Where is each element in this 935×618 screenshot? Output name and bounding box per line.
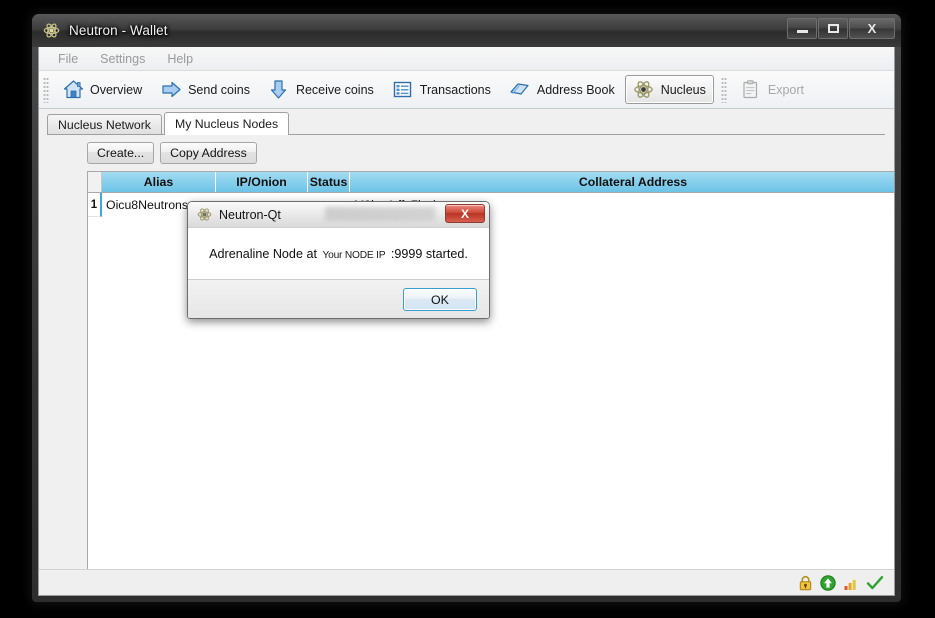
arrow-down-icon xyxy=(268,79,290,101)
dialog-title-bar: Neutron-Qt X xyxy=(188,202,489,228)
toolbar-button-transactions[interactable]: Transactions xyxy=(384,75,499,104)
tab-my-nucleus-nodes[interactable]: My Nucleus Nodes xyxy=(163,112,290,135)
checkmark-icon[interactable] xyxy=(866,575,884,591)
arrow-right-icon xyxy=(160,79,182,101)
dialog-message-prefix: Adrenaline Node at xyxy=(209,246,317,261)
page-body: Nucleus Network My Nucleus Nodes Create.… xyxy=(39,109,894,595)
maximize-button[interactable] xyxy=(818,18,848,39)
list-icon xyxy=(392,79,414,101)
copy-address-button[interactable]: Copy Address xyxy=(160,142,257,164)
dialog-message: Adrenaline Node at Your NODE IP :9999 st… xyxy=(209,247,468,261)
atom-icon xyxy=(633,79,655,101)
dialog-content: Adrenaline Node at Your NODE IP :9999 st… xyxy=(188,228,489,280)
minimize-icon xyxy=(796,30,808,33)
window-controls: X xyxy=(786,18,895,40)
tab-strip: Nucleus Network My Nucleus Nodes xyxy=(47,112,885,135)
table-header-ip-onion[interactable]: IP/Onion xyxy=(216,172,308,192)
toolbar-label-receive-coins: Receive coins xyxy=(295,82,374,97)
lock-icon[interactable] xyxy=(798,575,813,591)
dialog-footer: OK xyxy=(188,280,489,318)
book-icon xyxy=(509,79,531,101)
sync-up-icon[interactable] xyxy=(820,574,836,591)
toolbar-grip[interactable] xyxy=(43,76,49,103)
table-header-row: Alias IP/Onion Status Collateral Address xyxy=(88,172,894,193)
toolbar-grip-2[interactable] xyxy=(720,76,727,103)
menu-item-file[interactable]: File xyxy=(47,50,89,68)
client-area: File Settings Help Overview Send coins R… xyxy=(38,47,895,596)
top-button-group: Create... Copy Address xyxy=(87,142,263,164)
toolbar-label-export: Export xyxy=(767,82,805,97)
dialog-message-redacted-ip: Your NODE IP xyxy=(322,249,386,261)
neutron-qt-dialog: Neutron-Qt X Adrenaline Node at Your NOD… xyxy=(187,201,490,319)
status-bar xyxy=(39,569,894,595)
table-header-alias[interactable]: Alias xyxy=(102,172,216,192)
table-row-number: 1 xyxy=(88,193,102,217)
toolbar-label-transactions: Transactions xyxy=(419,82,491,97)
toolbar-label-overview: Overview xyxy=(90,82,143,97)
signal-bars-icon[interactable] xyxy=(843,575,859,591)
table-header-status[interactable]: Status xyxy=(308,172,350,192)
toolbar-button-nucleus[interactable]: Nucleus xyxy=(624,75,714,104)
neutron-atom-icon xyxy=(43,22,60,39)
dialog-title: Neutron-Qt xyxy=(219,207,281,222)
window-title: Neutron - Wallet xyxy=(69,23,168,38)
home-icon xyxy=(62,79,84,101)
table-header-collateral-address[interactable]: Collateral Address xyxy=(350,172,894,192)
toolbar-button-receive-coins[interactable]: Receive coins xyxy=(260,75,382,104)
menu-item-settings[interactable]: Settings xyxy=(89,50,156,68)
toolbar: Overview Send coins Receive coins Transa… xyxy=(39,71,894,109)
clipboard-icon xyxy=(740,79,762,101)
toolbar-button-export[interactable]: Export xyxy=(732,75,812,104)
close-button[interactable]: X xyxy=(849,18,895,39)
dialog-message-suffix: :9999 started. xyxy=(390,246,468,261)
maximize-icon xyxy=(827,24,839,33)
toolbar-label-send-coins: Send coins xyxy=(188,82,250,97)
title-bar: Neutron - Wallet X xyxy=(32,14,901,47)
create-button[interactable]: Create... xyxy=(87,142,155,164)
application-window: Neutron - Wallet X File Settings Help Ov… xyxy=(32,14,901,602)
toolbar-label-address-book: Address Book xyxy=(536,82,615,97)
toolbar-button-address-book[interactable]: Address Book xyxy=(501,75,623,104)
toolbar-button-send-coins[interactable]: Send coins xyxy=(152,75,258,104)
redacted-title-region xyxy=(325,207,435,221)
menu-item-help[interactable]: Help xyxy=(156,50,204,68)
minimize-button[interactable] xyxy=(787,18,817,39)
neutron-atom-icon xyxy=(197,207,212,222)
table-header-corner xyxy=(88,172,102,192)
dialog-close-button[interactable]: X xyxy=(445,204,485,223)
tab-nucleus-network[interactable]: Nucleus Network xyxy=(47,114,162,134)
toolbar-label-nucleus: Nucleus xyxy=(660,82,706,97)
dialog-ok-button[interactable]: OK xyxy=(403,288,477,311)
toolbar-button-overview[interactable]: Overview xyxy=(54,75,150,104)
menu-bar: File Settings Help xyxy=(39,47,894,71)
